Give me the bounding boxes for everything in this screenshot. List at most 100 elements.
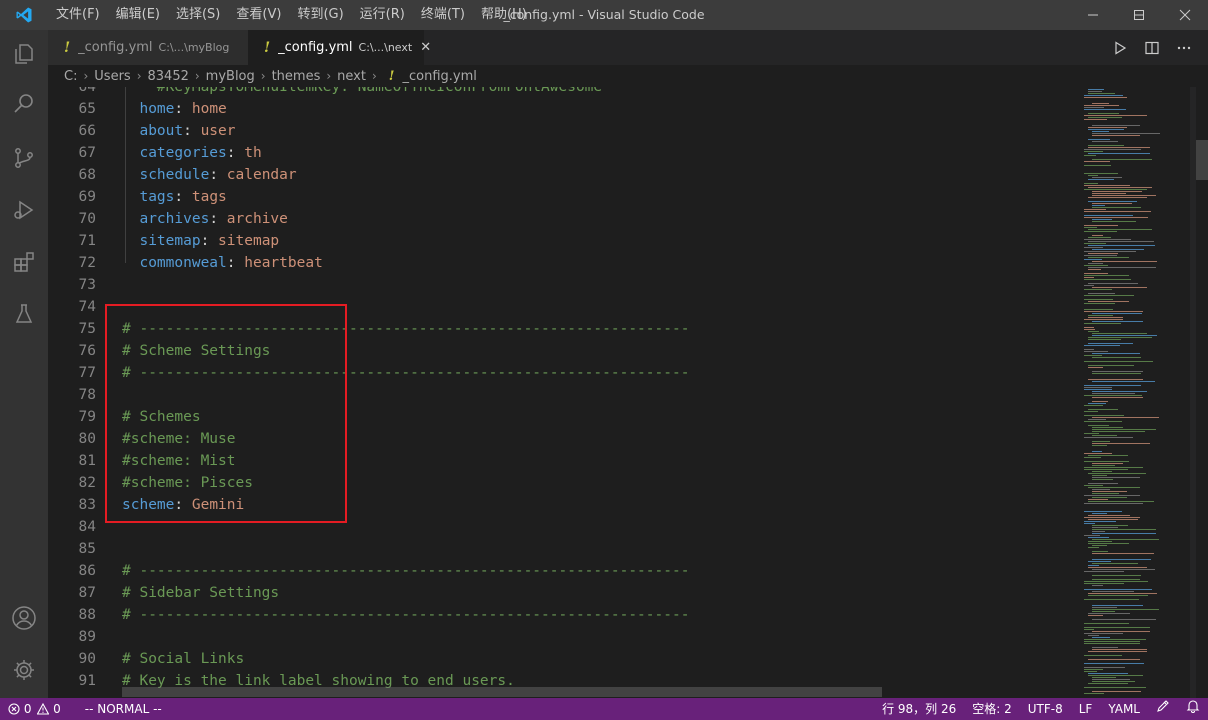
minimap-line [1088, 673, 1128, 674]
activity-bar [0, 30, 48, 698]
code-token: : [209, 167, 227, 183]
code-line[interactable]: 66 about: user [48, 120, 1078, 142]
breadcrumb-item[interactable]: _config.yml [403, 69, 477, 84]
minimap-line [1092, 471, 1112, 472]
settings-gear-icon[interactable] [0, 646, 48, 694]
minimap-line [1088, 331, 1099, 332]
breadcrumb-item[interactable]: 83452 [148, 69, 189, 84]
line-number: 83 [78, 497, 96, 513]
minimap-line [1092, 553, 1154, 554]
minimap-line [1088, 267, 1156, 268]
vertical-scrollbar-thumb[interactable] [1196, 140, 1208, 180]
minimap-line [1084, 387, 1112, 388]
code-line[interactable]: 85 [48, 538, 1078, 560]
minimap-line [1084, 581, 1148, 582]
code-line[interactable]: 70 archives: archive [48, 208, 1078, 230]
problems-indicator[interactable]: 0 0 [0, 698, 69, 720]
code-line[interactable]: 90 # Social Links [48, 648, 1078, 670]
tab-config-myblog[interactable]: ! _config.yml C:\...\myBlog [48, 30, 248, 65]
minimap-line [1088, 613, 1130, 614]
end-of-line[interactable]: LF [1071, 698, 1101, 720]
minimap-line [1088, 499, 1108, 500]
minimap-line [1084, 227, 1097, 228]
menu-run[interactable]: 运行(R) [352, 0, 413, 30]
breadcrumb-item[interactable]: next [337, 69, 366, 84]
minimap-line [1092, 445, 1107, 446]
breadcrumb-item[interactable]: themes [272, 69, 321, 84]
tab-config-next[interactable]: ! _config.yml C:\...\next ✕ [248, 30, 431, 65]
minimap-line [1084, 149, 1141, 150]
code-editor[interactable]: 91 # Key is the link label showing to end… [48, 87, 1078, 698]
minimap-line [1092, 321, 1143, 322]
language-mode[interactable]: YAML [1100, 698, 1148, 720]
minimap-line [1084, 327, 1094, 328]
accounts-icon[interactable] [0, 594, 48, 642]
minimap-line [1084, 433, 1099, 434]
line-number: 69 [78, 189, 96, 205]
explorer-icon[interactable] [0, 30, 48, 78]
breadcrumb-item[interactable]: myBlog [206, 69, 255, 84]
testing-flask-icon[interactable] [0, 290, 48, 338]
minimize-window-button[interactable] [1070, 0, 1116, 30]
menu-edit[interactable]: 编辑(E) [108, 0, 168, 30]
extensions-icon[interactable] [0, 238, 48, 286]
code-content: commonweal: heartbeat [122, 252, 322, 274]
menu-go[interactable]: 转到(G) [289, 0, 351, 30]
code-line[interactable]: 67 categories: th [48, 142, 1078, 164]
feedback-icon[interactable] [1148, 698, 1178, 720]
horizontal-scrollbar[interactable] [122, 687, 882, 697]
breadcrumb-item[interactable]: C: [64, 69, 77, 84]
code-token: about [122, 123, 184, 139]
minimap-line [1084, 663, 1144, 664]
minimap-line [1092, 131, 1109, 132]
close-tab-icon[interactable]: ✕ [420, 40, 431, 55]
minimap-line [1092, 477, 1140, 478]
minimap-line [1088, 301, 1129, 302]
minimap-line [1092, 191, 1142, 192]
minimap-line [1084, 155, 1096, 156]
more-actions-icon[interactable] [1168, 30, 1200, 65]
code-line[interactable]: 87 # Sidebar Settings [48, 582, 1078, 604]
code-content: # Sidebar Settings [122, 582, 279, 604]
menu-selection[interactable]: 选择(S) [168, 0, 228, 30]
code-line[interactable]: 89 [48, 626, 1078, 648]
minimap-line [1084, 461, 1129, 462]
code-line[interactable]: 86 # ------------------------------------… [48, 560, 1078, 582]
minimap-line [1084, 521, 1116, 522]
cursor-position[interactable]: 行 98，列 26 [874, 698, 964, 720]
minimap-line [1088, 89, 1104, 90]
run-file-button[interactable] [1104, 30, 1136, 65]
code-line[interactable]: 88 # ------------------------------------… [48, 604, 1078, 626]
menu-view[interactable]: 查看(V) [228, 0, 289, 30]
minimap[interactable] [1078, 87, 1190, 698]
run-debug-icon[interactable] [0, 186, 48, 234]
code-line[interactable]: 68 schedule: calendar [48, 164, 1078, 186]
source-control-icon[interactable] [0, 134, 48, 182]
minimap-line [1084, 273, 1108, 274]
indentation[interactable]: 空格: 2 [964, 698, 1020, 720]
split-editor-button[interactable] [1136, 30, 1168, 65]
search-icon[interactable] [0, 80, 48, 128]
minimap-line [1092, 141, 1118, 142]
close-window-button[interactable] [1162, 0, 1208, 30]
maximize-button[interactable] [1116, 0, 1162, 30]
chevron-right-icon: › [326, 69, 332, 83]
minimap-line [1084, 289, 1112, 290]
minimap-line [1088, 257, 1129, 258]
code-line[interactable]: 69 tags: tags [48, 186, 1078, 208]
breadcrumb-item[interactable]: Users [94, 69, 130, 84]
code-content: # --------------------------------------… [122, 604, 689, 626]
encoding[interactable]: UTF-8 [1020, 698, 1071, 720]
code-line[interactable]: 73 [48, 274, 1078, 296]
line-number: 73 [78, 277, 96, 293]
code-line[interactable]: 71 sitemap: sitemap [48, 230, 1078, 252]
minimap-line [1088, 147, 1150, 148]
code-line[interactable]: 65 home: home [48, 98, 1078, 120]
code-line[interactable]: 72 commonweal: heartbeat [48, 252, 1078, 274]
code-line[interactable]: 64 #KeyMapsToMenuItemKey: NameOfTheIconF… [48, 87, 1078, 98]
menu-file[interactable]: 文件(F) [48, 0, 108, 30]
notifications-bell-icon[interactable] [1178, 698, 1208, 720]
menu-terminal[interactable]: 终端(T) [413, 0, 473, 30]
menu-help[interactable]: 帮助(H) [473, 0, 535, 30]
line-number: 88 [78, 607, 96, 623]
